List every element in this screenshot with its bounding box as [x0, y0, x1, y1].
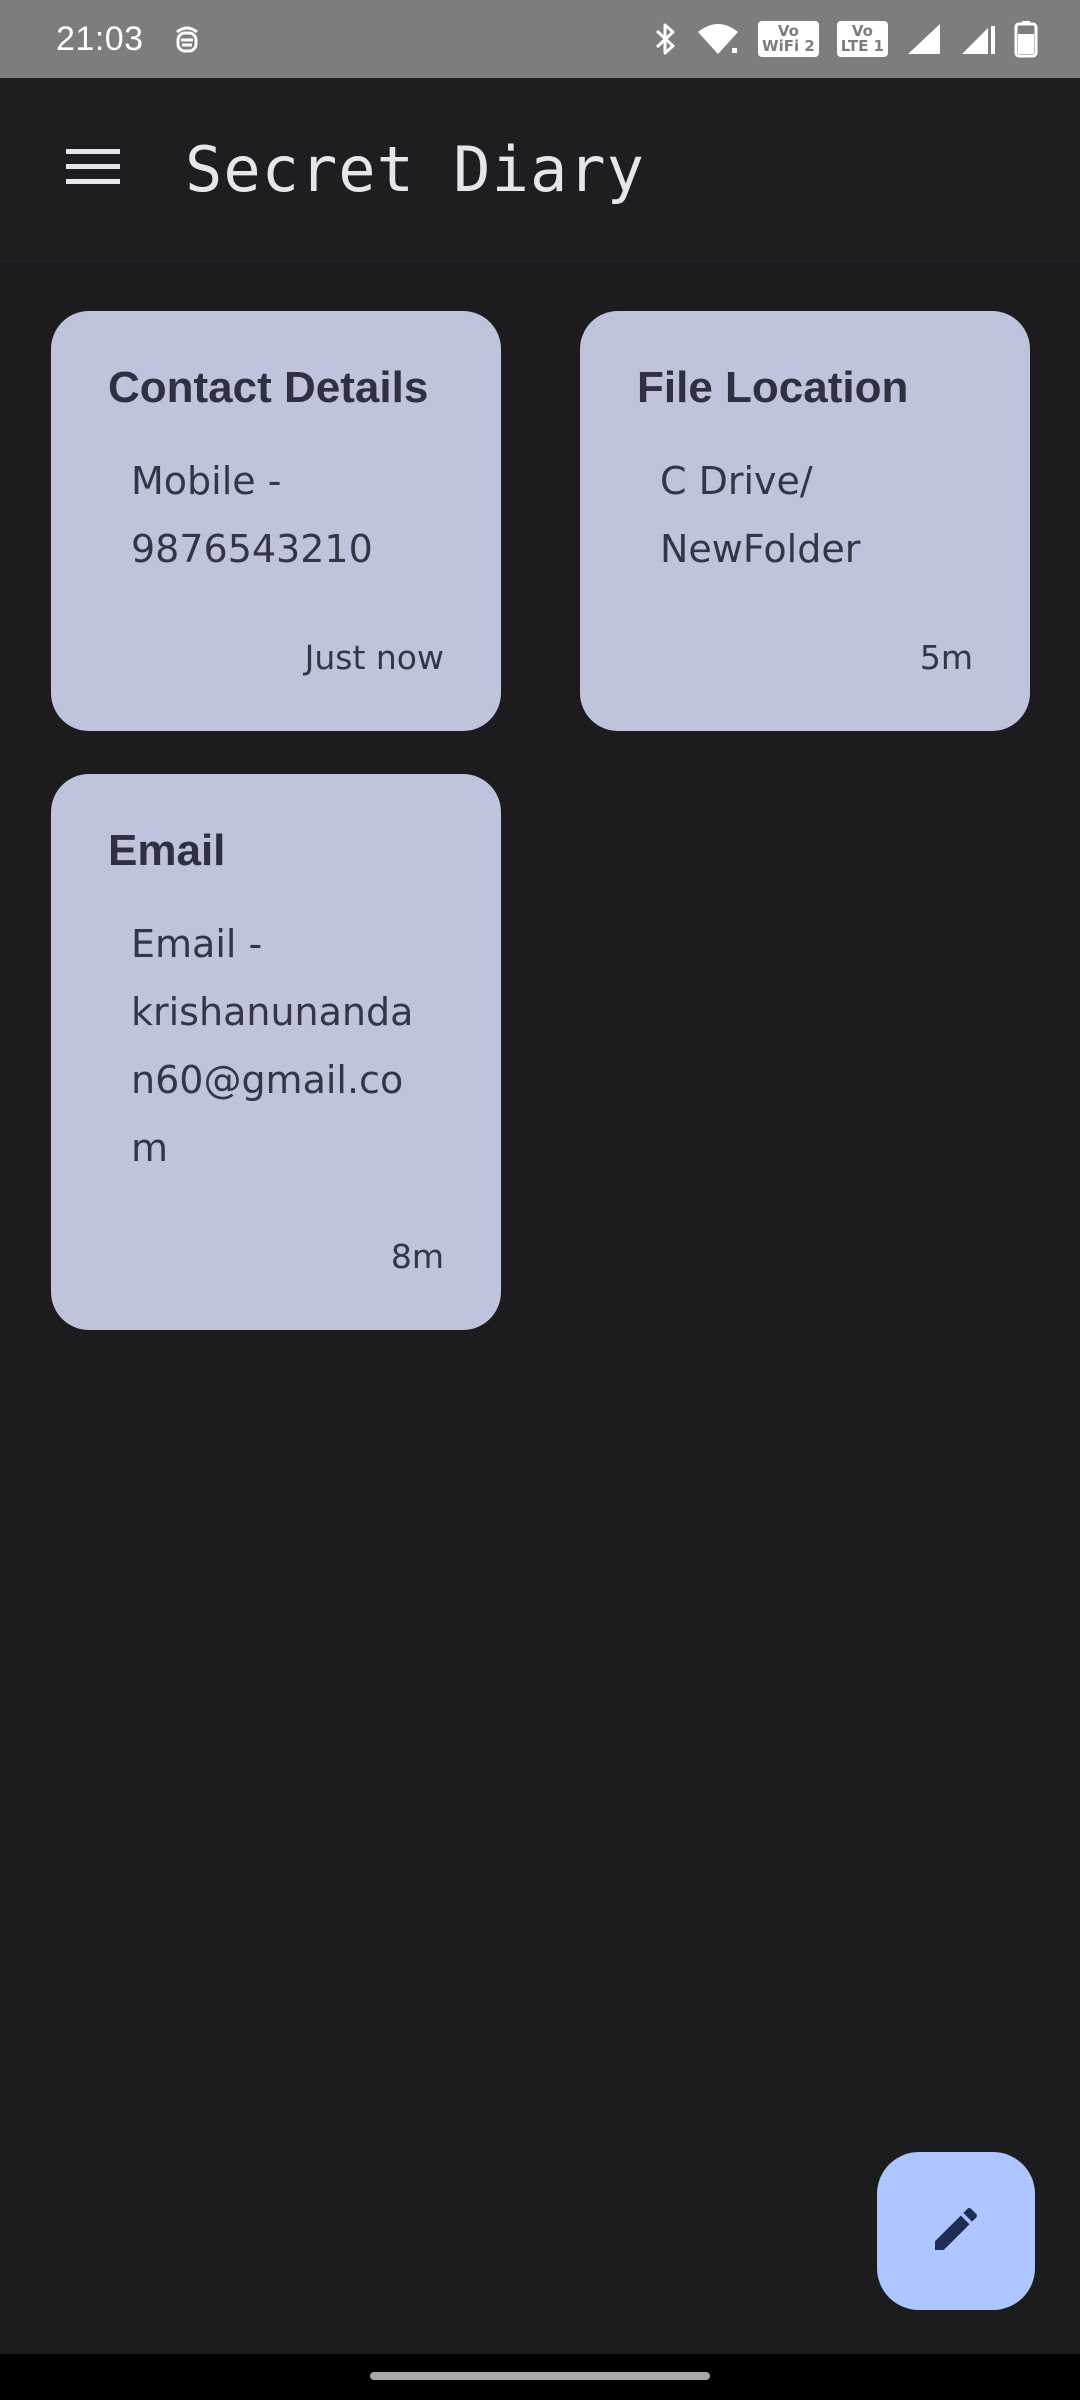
status-bar: 21:03 Vo WiFi 2 Vo LTE 1 — [0, 0, 1080, 78]
home-indicator[interactable] — [370, 2372, 710, 2380]
note-timestamp: 8m — [390, 1237, 444, 1276]
app-title: Secret Diary — [185, 132, 645, 206]
wifi-icon — [696, 22, 740, 56]
signal-icon — [906, 22, 942, 56]
vowifi-bottom-label: WiFi 2 — [762, 37, 815, 55]
note-body: Email - krishanunandan60@gmail.com — [131, 922, 414, 1170]
status-time: 21:03 — [56, 19, 144, 58]
notification-app-icon — [172, 22, 202, 56]
note-timestamp: 5m — [919, 638, 973, 677]
note-card[interactable]: Contact Details Mobile - 9876543210 Just… — [51, 311, 501, 731]
battery-icon — [1014, 20, 1038, 58]
menu-icon — [66, 147, 120, 192]
bluetooth-icon — [654, 21, 678, 57]
volte-icon: Vo LTE 1 — [836, 21, 888, 57]
vowifi-icon: Vo WiFi 2 — [758, 21, 819, 57]
note-timestamp: Just now — [304, 638, 444, 677]
signal-icon-2 — [960, 22, 996, 56]
pencil-icon — [928, 2201, 984, 2262]
note-title: Contact Details — [108, 363, 429, 412]
menu-button[interactable] — [33, 109, 153, 229]
note-body: Mobile - 9876543210 — [131, 459, 373, 571]
volte-bottom-label: LTE 1 — [840, 37, 884, 55]
new-note-button[interactable] — [877, 2152, 1035, 2310]
note-card[interactable]: File Location C Drive/ NewFolder 5m — [580, 311, 1030, 731]
status-left: 21:03 — [56, 20, 202, 59]
app-bar: Secret Diary — [0, 78, 1080, 262]
note-body: C Drive/ NewFolder — [660, 459, 861, 571]
note-title: File Location — [637, 363, 909, 412]
status-right: Vo WiFi 2 Vo LTE 1 — [654, 20, 1038, 58]
note-title: Email — [108, 826, 226, 875]
note-card[interactable]: Email Email - krishanunandan60@gmail.com… — [51, 774, 501, 1330]
